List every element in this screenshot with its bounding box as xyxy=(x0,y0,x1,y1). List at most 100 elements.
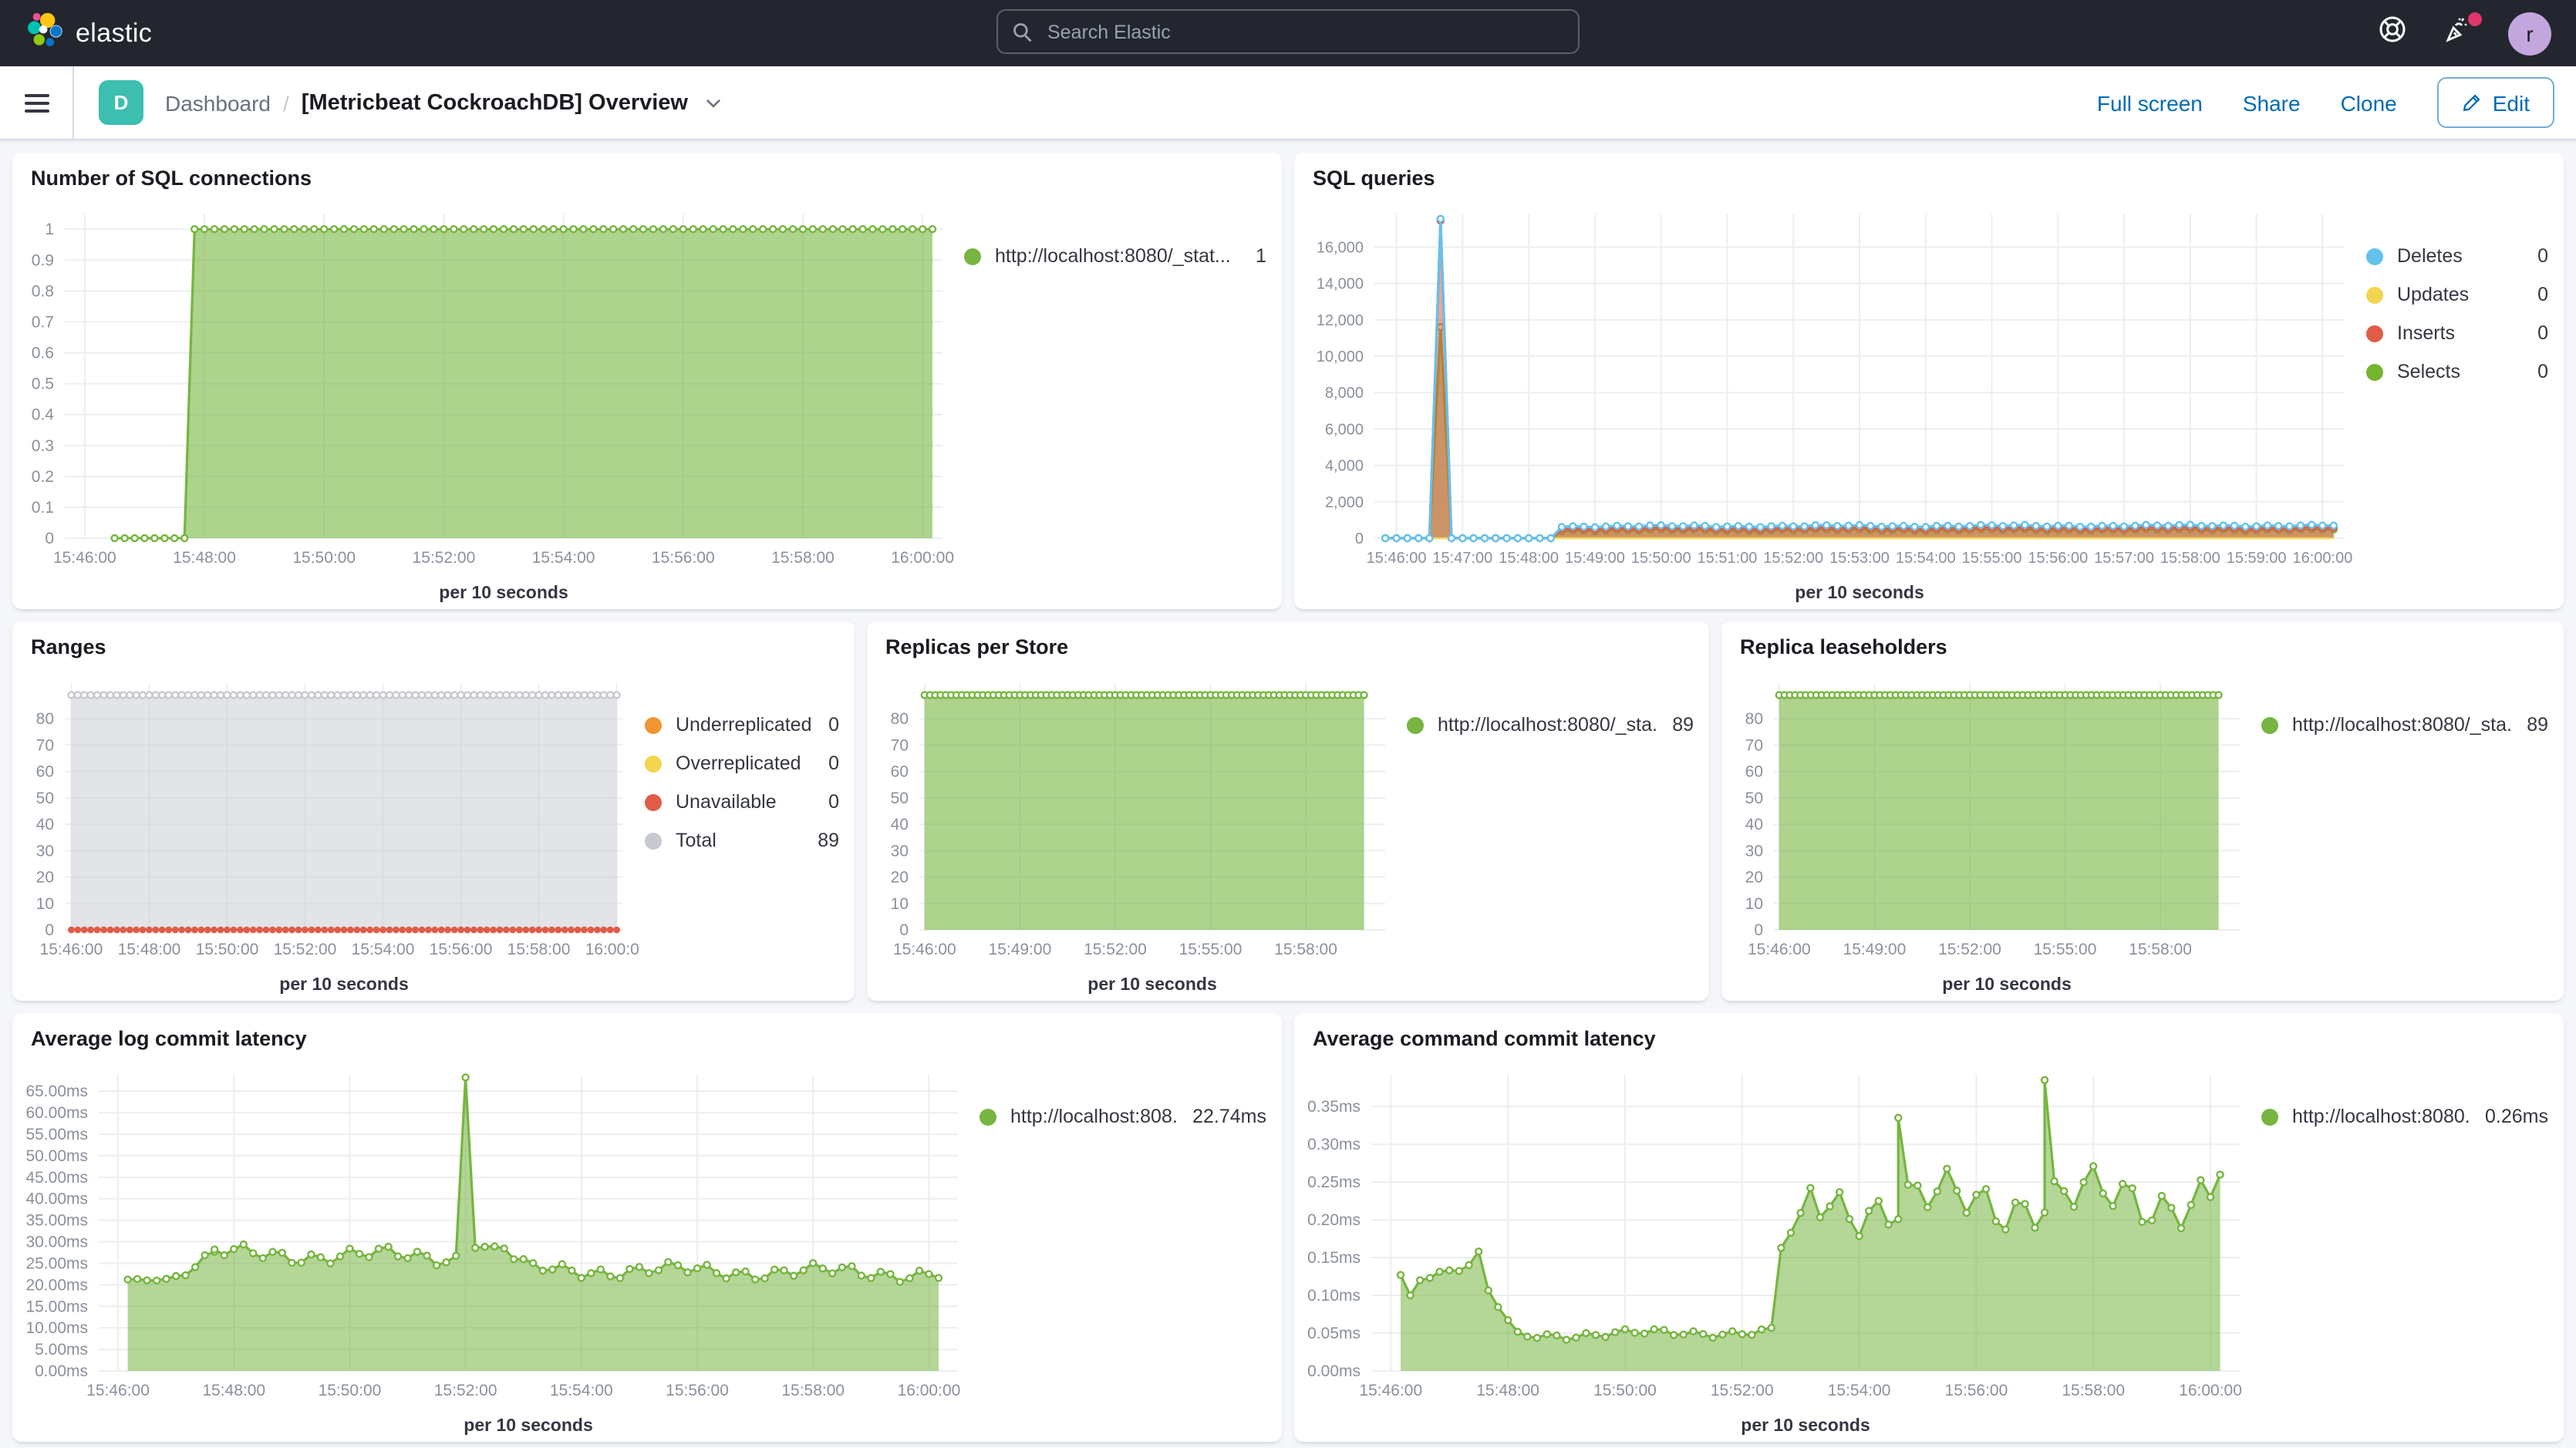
svg-text:15:48:00: 15:48:00 xyxy=(118,941,181,958)
legend-label: Overreplicated xyxy=(676,753,801,774)
timeseries-chart[interactable]: 15:46:0015:48:0015:50:0015:52:0015:54:00… xyxy=(12,193,958,609)
svg-text:15:52:00: 15:52:00 xyxy=(274,941,337,958)
svg-text:40: 40 xyxy=(891,816,909,833)
timeseries-chart[interactable]: 15:46:0015:49:0015:52:0015:55:0015:58:00… xyxy=(1721,662,2255,1001)
breadcrumb-dashboard[interactable]: Dashboard xyxy=(165,90,271,115)
legend-item[interactable]: Inserts0 xyxy=(2366,322,2548,344)
legend-label: Deletes xyxy=(2397,245,2463,267)
svg-text:1: 1 xyxy=(45,221,54,238)
svg-text:15:58:00: 15:58:00 xyxy=(2160,550,2220,567)
help-life-ring-icon xyxy=(2377,14,2408,52)
clone-button[interactable]: Clone xyxy=(2341,90,2397,115)
legend-value: 0 xyxy=(2522,284,2548,305)
legend-dot-icon xyxy=(2366,363,2383,380)
dashboard-badge[interactable]: D xyxy=(99,80,143,125)
chart-legend: http://localhost:8080/_stat...1 xyxy=(958,193,1282,609)
svg-text:15:50:00: 15:50:00 xyxy=(1631,550,1691,567)
svg-text:2,000: 2,000 xyxy=(1325,494,1364,511)
legend-item[interactable]: Deletes0 xyxy=(2366,245,2548,267)
legend-item[interactable]: http://localhost:808...22.74ms xyxy=(979,1106,1266,1127)
svg-text:8,000: 8,000 xyxy=(1325,385,1364,402)
news-button[interactable] xyxy=(2442,16,2476,50)
svg-text:15:46:00: 15:46:00 xyxy=(53,549,116,567)
svg-text:20: 20 xyxy=(36,869,54,887)
svg-text:16:00:00: 16:00:00 xyxy=(891,549,954,567)
global-search[interactable] xyxy=(996,9,1580,54)
panel-sql-connections: Number of SQL connections 15:46:0015:48:… xyxy=(12,153,1282,609)
legend-dot-icon xyxy=(2261,716,2278,733)
chart-legend: http://localhost:8080/_sta...89 xyxy=(1401,662,1709,1001)
svg-text:0.30ms: 0.30ms xyxy=(1307,1136,1360,1153)
svg-text:15:46:00: 15:46:00 xyxy=(40,941,103,958)
legend-item[interactable]: Underreplicated0 xyxy=(645,714,839,736)
legend-item[interactable]: http://localhost:8080/_sta...89 xyxy=(2261,714,2548,736)
legend-item[interactable]: http://localhost:8080/_sta...89 xyxy=(1407,714,1694,736)
legend-item[interactable]: http://localhost:8080/_stat...1 xyxy=(964,245,1266,267)
svg-text:5.00ms: 5.00ms xyxy=(35,1341,88,1359)
svg-text:12,000: 12,000 xyxy=(1317,312,1364,329)
timeseries-chart[interactable]: 15:46:0015:49:0015:52:0015:55:0015:58:00… xyxy=(867,662,1401,1001)
edit-button[interactable]: Edit xyxy=(2437,77,2554,128)
panel-title: Replicas per Store xyxy=(867,621,1709,662)
svg-text:15:58:00: 15:58:00 xyxy=(2062,1382,2125,1399)
svg-text:15:53:00: 15:53:00 xyxy=(1829,550,1890,567)
svg-text:0: 0 xyxy=(1754,921,1763,939)
svg-text:0: 0 xyxy=(45,530,54,547)
svg-text:per 10 seconds: per 10 seconds xyxy=(439,582,568,602)
svg-text:50: 50 xyxy=(36,790,54,807)
legend-item[interactable]: http://localhost:8080...0.26ms xyxy=(2261,1106,2548,1127)
help-button[interactable] xyxy=(2375,16,2409,50)
svg-text:15:50:00: 15:50:00 xyxy=(292,549,356,567)
legend-value: 89 xyxy=(802,830,839,851)
breadcrumb-separator: / xyxy=(283,90,289,115)
svg-text:35.00ms: 35.00ms xyxy=(25,1212,88,1230)
svg-text:16:00:00: 16:00:00 xyxy=(585,941,639,958)
svg-text:15:59:00: 15:59:00 xyxy=(2227,550,2287,567)
legend-item[interactable]: Total89 xyxy=(645,830,839,851)
legend-value: 22.74ms xyxy=(1177,1106,1266,1127)
legend-label: http://localhost:8080/_sta... xyxy=(2292,714,2511,736)
svg-text:0.00ms: 0.00ms xyxy=(1307,1362,1360,1380)
elastic-logo-icon xyxy=(25,10,63,56)
svg-text:50: 50 xyxy=(891,790,909,807)
main-menu-button[interactable] xyxy=(0,66,74,139)
svg-text:15:54:00: 15:54:00 xyxy=(1828,1382,1891,1399)
full-screen-button[interactable]: Full screen xyxy=(2097,90,2203,115)
svg-text:15:56:00: 15:56:00 xyxy=(1945,1382,2008,1399)
user-avatar[interactable]: r xyxy=(2508,12,2551,55)
panel-avg-command-commit-latency: Average command commit latency 15:46:001… xyxy=(1294,1013,2564,1442)
svg-text:60: 60 xyxy=(891,763,909,781)
legend-item[interactable]: Unavailable0 xyxy=(645,791,839,813)
svg-text:0.6: 0.6 xyxy=(32,345,54,362)
legend-label: http://localhost:8080... xyxy=(2292,1106,2470,1127)
panel-title: Average command commit latency xyxy=(1294,1013,2564,1053)
share-button[interactable]: Share xyxy=(2243,90,2301,115)
panel-title: Ranges xyxy=(12,621,855,662)
timeseries-chart[interactable]: 15:46:0015:48:0015:50:0015:52:0015:54:00… xyxy=(1294,1053,2255,1442)
search-input[interactable] xyxy=(1044,19,1564,44)
svg-text:15:50:00: 15:50:00 xyxy=(1593,1382,1657,1399)
elastic-logo[interactable]: elastic xyxy=(25,10,152,56)
svg-text:0.35ms: 0.35ms xyxy=(1307,1098,1360,1116)
timeseries-chart[interactable]: 15:46:0015:48:0015:50:0015:52:0015:54:00… xyxy=(12,662,639,1001)
timeseries-chart[interactable]: 15:46:0015:47:0015:48:0015:49:0015:50:00… xyxy=(1294,193,2360,609)
svg-text:40: 40 xyxy=(1745,816,1763,833)
legend-label: Updates xyxy=(2397,284,2469,305)
chart-legend: http://localhost:8080/_sta...89 xyxy=(2255,662,2564,1001)
svg-text:40.00ms: 40.00ms xyxy=(25,1190,88,1208)
timeseries-chart[interactable]: 15:46:0015:48:0015:50:0015:52:0015:54:00… xyxy=(12,1053,973,1442)
svg-text:80: 80 xyxy=(1745,710,1763,728)
legend-item[interactable]: Selects0 xyxy=(2366,361,2548,382)
chevron-down-icon[interactable] xyxy=(703,93,723,113)
svg-text:20: 20 xyxy=(891,869,909,887)
svg-text:15:52:00: 15:52:00 xyxy=(1938,941,2001,958)
search-icon xyxy=(1012,21,1033,42)
svg-text:30: 30 xyxy=(1745,842,1763,860)
svg-text:10: 10 xyxy=(1745,895,1763,913)
svg-text:15:55:00: 15:55:00 xyxy=(1179,941,1242,958)
svg-text:16,000: 16,000 xyxy=(1317,239,1364,256)
svg-text:10.00ms: 10.00ms xyxy=(25,1319,88,1337)
legend-item[interactable]: Overreplicated0 xyxy=(645,753,839,774)
legend-item[interactable]: Updates 0 xyxy=(2366,284,2548,305)
svg-text:70: 70 xyxy=(36,736,54,754)
